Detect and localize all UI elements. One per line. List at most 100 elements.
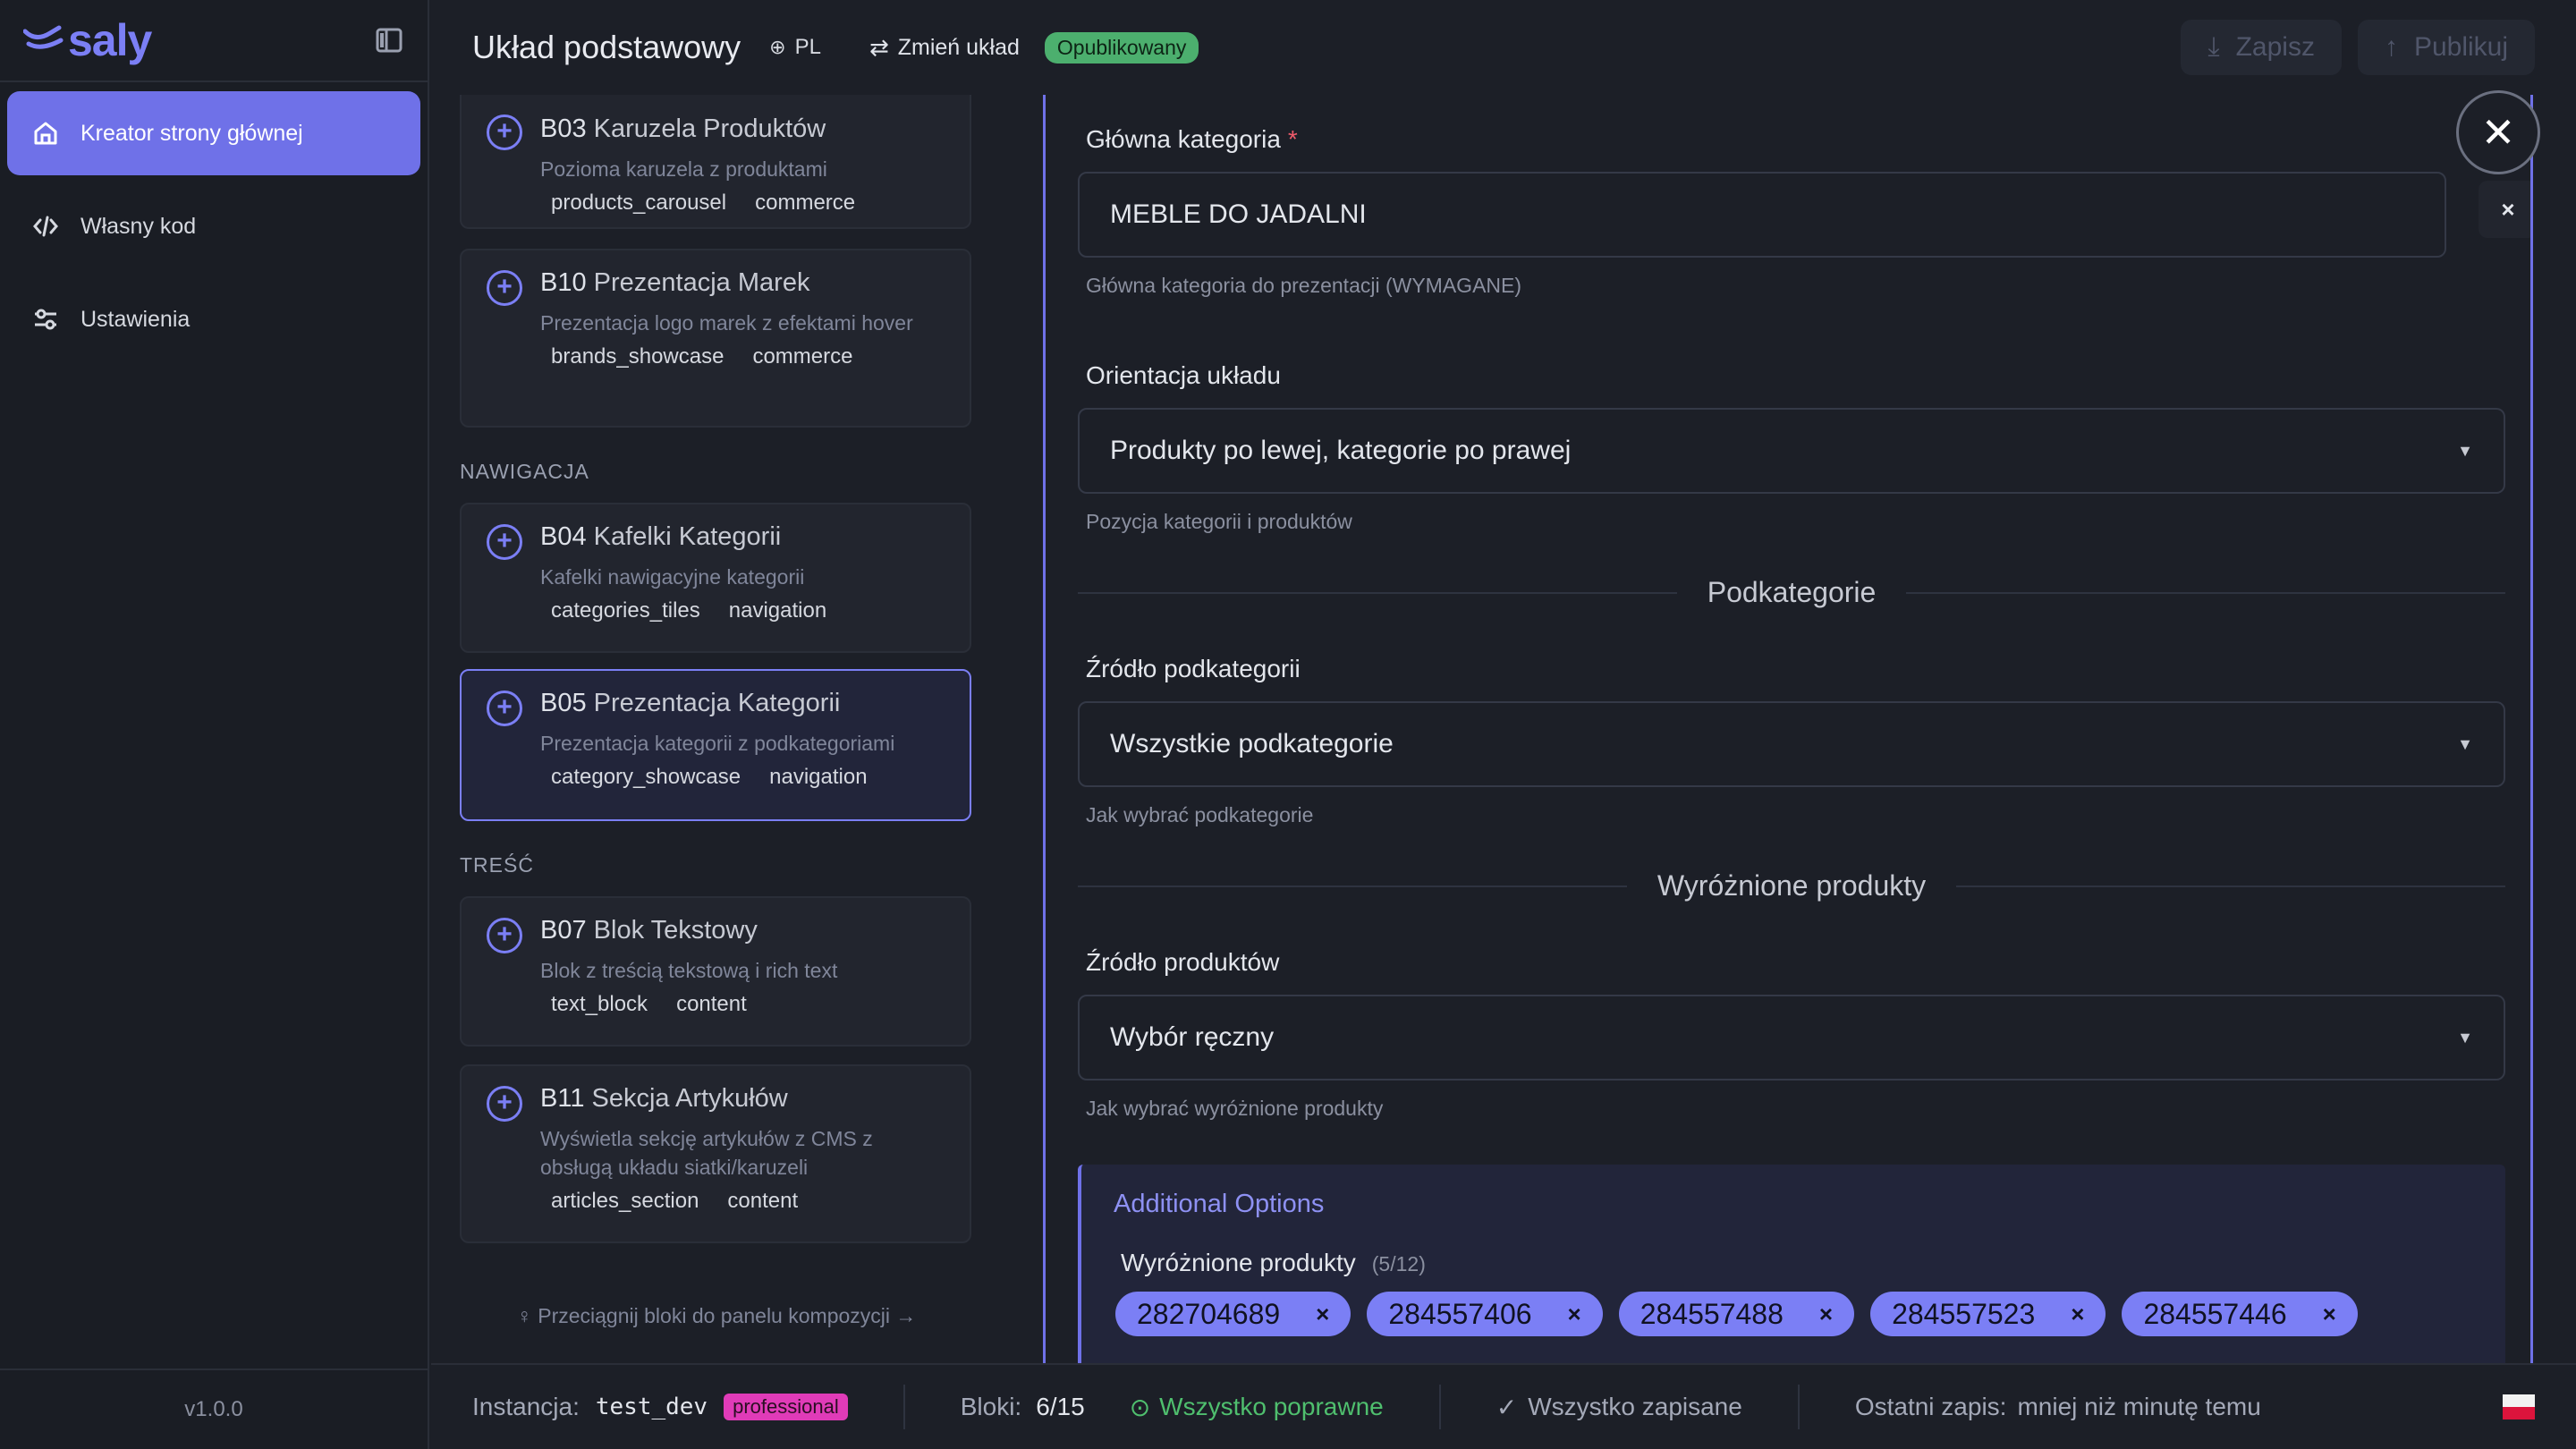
top-actions: ⤓ Zapisz ↑ Publikuj — [2181, 20, 2535, 75]
product-chip[interactable]: 284557446 × — [2122, 1292, 2358, 1336]
instance-name: test_dev — [595, 1394, 708, 1420]
block-library: + B03 Karuzela Produktów Pozioma karuzel… — [431, 95, 1002, 1363]
section-label-navigation: NAWIGACJA — [460, 460, 589, 483]
sidebar-nav: Kreator strony głównej Własny kod Ustawi… — [0, 82, 428, 379]
featured-divider: Wyróżnione produkty — [1078, 869, 2506, 902]
product-source-label: Źródło produktów — [1086, 948, 1280, 976]
main-category-input[interactable]: MEBLE DO JADALNI — [1078, 172, 2446, 258]
add-block-icon[interactable]: + — [487, 114, 522, 150]
check-circle-icon: ⊙ — [1129, 1393, 1151, 1421]
app-name: saly — [68, 15, 152, 65]
swap-arrows-icon: ⇄ — [869, 33, 889, 61]
save-icon: ⤓ — [2207, 32, 2220, 62]
drag-hint: ♀ Przeciągnij bloki do panelu kompozycji… — [516, 1304, 917, 1327]
product-chip[interactable]: 284557488 × — [1618, 1292, 1855, 1336]
block-tags: brands_showcase commerce — [551, 344, 853, 369]
clear-category-icon[interactable]: × — [2479, 181, 2530, 238]
product-chip[interactable]: 284557523 × — [1870, 1292, 2106, 1336]
block-tags: categories_tiles navigation — [551, 598, 827, 623]
lightbulb-icon: ♀ — [516, 1304, 538, 1327]
block-tags: text_block content — [551, 992, 747, 1016]
remove-chip-icon[interactable]: × — [1568, 1301, 1581, 1328]
remove-chip-icon[interactable]: × — [1819, 1301, 1833, 1328]
add-block-icon[interactable]: + — [487, 691, 522, 726]
block-tags: category_showcase navigation — [551, 765, 868, 789]
block-title: B03 Karuzela Produktów — [540, 114, 826, 143]
blocks-count: 6/15 — [1036, 1393, 1085, 1420]
upload-arrow-icon: ↑ — [2384, 32, 2398, 62]
subcategories-divider: Podkategorie — [1078, 576, 2506, 609]
status-badge: Opublikowany — [1044, 31, 1199, 64]
blocks-label: Bloki: — [960, 1393, 1022, 1420]
change-layout-button[interactable]: ⇄ Zmień układ — [869, 34, 1020, 62]
language-label: PL — [794, 35, 821, 59]
status-bar: Instancja: test_dev professional Bloki: … — [431, 1363, 2576, 1449]
poland-flag-icon[interactable] — [2503, 1394, 2535, 1419]
add-block-icon[interactable]: + — [487, 270, 522, 306]
app-logo[interactable]: saly — [23, 14, 152, 66]
plan-badge: professional — [724, 1394, 848, 1420]
chevron-down-icon: ▼ — [2457, 734, 2473, 753]
block-title: B04 Kafelki Kategorii — [540, 522, 782, 551]
block-description: Pozioma karuzela z produktami — [540, 157, 827, 181]
block-description: Kafelki nawigacyjne kategorii — [540, 565, 805, 589]
orientation-select[interactable]: Produkty po lewej, kategorie po prawej ▼ — [1078, 408, 2505, 494]
logo-mark-icon — [23, 25, 64, 49]
block-tags: articles_section content — [551, 1189, 799, 1213]
publish-button[interactable]: ↑ Publikuj — [2357, 20, 2535, 75]
additional-options: Additional Options Wyróżnione produkty (5… — [1078, 1165, 2505, 1363]
sidebar-item-settings[interactable]: Ustawienia — [7, 277, 420, 361]
product-source-select[interactable]: Wybór ręczny ▼ — [1078, 995, 2505, 1080]
add-block-icon[interactable]: + — [487, 1086, 522, 1122]
sidebar-item-homepage-builder[interactable]: Kreator strony głównej — [7, 91, 420, 175]
sidebar-item-label: Własny kod — [80, 213, 197, 239]
block-card-b05[interactable]: + B05 Prezentacja Kategorii Prezentacja … — [460, 669, 971, 821]
block-description: Prezentacja kategorii z podkategoriami — [540, 732, 895, 755]
add-block-icon[interactable]: + — [487, 524, 522, 560]
sidebar-item-custom-code[interactable]: Własny kod — [7, 184, 420, 268]
block-tags: products_carousel commerce — [551, 191, 856, 215]
save-status: ✓ Wszystko zapisane — [1496, 1393, 1742, 1421]
change-layout-label: Zmień układ — [897, 34, 1020, 60]
subcat-source-label: Źródło podkategorii — [1086, 655, 1301, 682]
save-button[interactable]: ⤓ Zapisz — [2181, 20, 2342, 75]
publish-label: Publikuj — [2413, 32, 2508, 62]
sidebar-item-label: Ustawienia — [80, 306, 191, 332]
featured-products-label: Wyróżnione produkty (5/12) — [1121, 1249, 1426, 1276]
divider — [1438, 1385, 1441, 1429]
validation-status: ⊙ Wszystko poprawne — [1129, 1393, 1384, 1421]
block-editor-panel: Główna kategoria * MEBLE DO JADALNI × Głó… — [1043, 95, 2533, 1363]
close-panel-button[interactable]: ✕ — [2456, 90, 2540, 174]
last-save-label: Ostatni zapis: — [1854, 1393, 2007, 1420]
block-card-b03[interactable]: + B03 Karuzela Produktów Pozioma karuzel… — [460, 95, 971, 229]
add-block-icon[interactable]: + — [487, 918, 522, 953]
code-icon — [32, 212, 68, 241]
block-card-b10[interactable]: + B10 Prezentacja Marek Prezentacja logo… — [460, 249, 971, 428]
block-description: Blok z treścią tekstową i rich text — [540, 959, 838, 982]
logo-row: saly — [0, 0, 428, 82]
block-title: B05 Prezentacja Kategorii — [540, 689, 841, 717]
remove-chip-icon[interactable]: × — [1316, 1301, 1329, 1328]
remove-chip-icon[interactable]: × — [2071, 1301, 2084, 1328]
save-label: Zapisz — [2235, 32, 2315, 62]
block-title: B11 Sekcja Artykułów — [540, 1084, 788, 1113]
close-icon: ✕ — [2480, 109, 2516, 156]
product-chip[interactable]: 284557406 × — [1367, 1292, 1603, 1336]
check-icon: ✓ — [1496, 1393, 1518, 1421]
main-category-label: Główna kategoria * — [1086, 125, 1298, 153]
sidebar-item-label: Kreator strony głównej — [80, 120, 303, 146]
remove-chip-icon[interactable]: × — [2323, 1301, 2336, 1328]
divider — [902, 1385, 905, 1429]
block-title: B10 Prezentacja Marek — [540, 268, 810, 297]
additional-options-title[interactable]: Additional Options — [1114, 1190, 1324, 1219]
block-card-b07[interactable]: + B07 Blok Tekstowy Blok z treścią tekst… — [460, 896, 971, 1046]
block-card-b11[interactable]: + B11 Sekcja Artykułów Wyświetla sekcję … — [460, 1064, 971, 1243]
block-description: Prezentacja logo marek z efektami hover — [540, 311, 913, 335]
product-chip[interactable]: 282704689 × — [1115, 1292, 1352, 1336]
language-switch[interactable]: ⊕ PL — [769, 35, 821, 60]
block-card-b04[interactable]: + B04 Kafelki Kategorii Kafelki nawigacy… — [460, 503, 971, 653]
topbar: Układ podstawowy ⊕ PL ⇄ Zmień układ Opub… — [431, 0, 2576, 95]
orientation-helper: Pozycja kategorii i produktów — [1086, 510, 1352, 533]
sidebar-collapse-icon[interactable] — [376, 28, 404, 53]
subcat-source-select[interactable]: Wszystkie podkategorie ▼ — [1078, 701, 2505, 787]
